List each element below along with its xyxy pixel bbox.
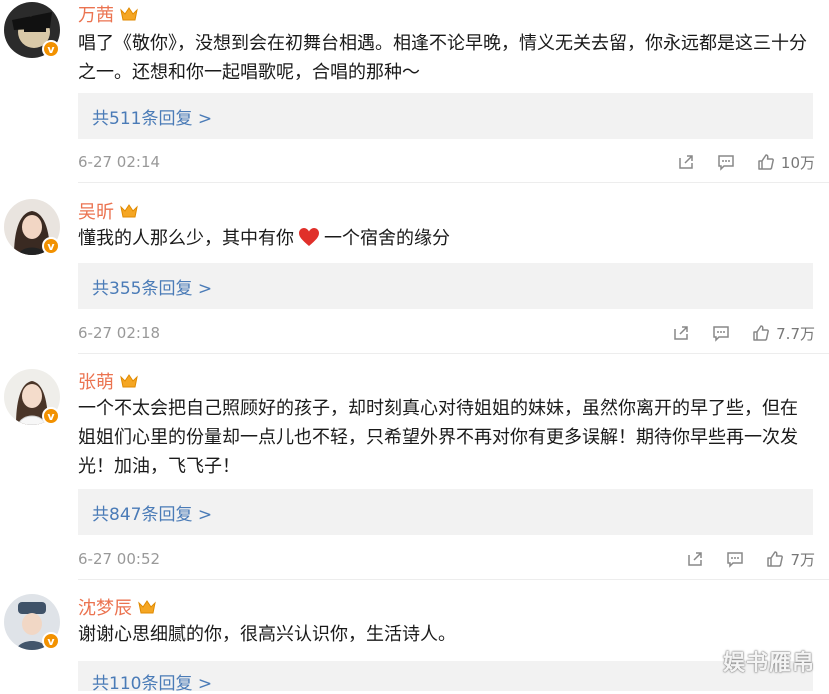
crown-icon bbox=[138, 600, 156, 614]
view-replies-link[interactable]: 共847条回复 > bbox=[78, 500, 212, 525]
watermark: 娱书雁帛 bbox=[722, 651, 815, 676]
timestamp: 6-27 02:14 bbox=[78, 153, 161, 171]
commenter-name[interactable]: 沈梦辰 bbox=[78, 594, 132, 620]
like-count: 7.7万 bbox=[776, 324, 815, 343]
thumbs-up-icon[interactable] bbox=[752, 324, 770, 342]
view-replies-link[interactable]: 共110条回复 > bbox=[78, 669, 212, 694]
comment-icon[interactable] bbox=[712, 324, 730, 342]
comment-text-part: 一个宿舍的缘分 bbox=[324, 228, 450, 249]
like-count: 7万 bbox=[790, 550, 815, 569]
reply-box[interactable]: 共847条回复 > bbox=[78, 489, 813, 535]
verified-badge: v bbox=[42, 40, 60, 58]
reply-box[interactable]: 共511条回复 > bbox=[78, 93, 813, 139]
timestamp: 6-27 00:52 bbox=[78, 550, 161, 568]
commenter-name[interactable]: 张萌 bbox=[78, 368, 114, 394]
share-icon[interactable] bbox=[686, 550, 704, 568]
divider bbox=[78, 182, 829, 183]
view-replies-link[interactable]: 共355条回复 > bbox=[78, 274, 212, 299]
verified-badge: v bbox=[42, 407, 60, 425]
share-icon[interactable] bbox=[672, 324, 690, 342]
comment-text-part: 懂我的人那么少，其中有你 bbox=[78, 228, 294, 249]
share-icon[interactable] bbox=[677, 153, 695, 171]
divider bbox=[78, 579, 829, 580]
comment-text: 懂我的人那么少，其中有你 一个宿舍的缘分 bbox=[78, 224, 815, 253]
verified-badge: v bbox=[42, 632, 60, 650]
verified-badge: v bbox=[42, 237, 60, 255]
comment-icon[interactable] bbox=[726, 550, 744, 568]
comment-text: 谢谢心思细腻的你，很高兴认识你，生活诗人。 bbox=[78, 624, 456, 645]
heart-icon bbox=[299, 228, 319, 246]
comment-text: 唱了《敬你》，没想到会在初舞台相遇。相逢不论早晚，情义无关去留，你永远都是这三十… bbox=[78, 33, 807, 83]
comment-text: 一个不太会把自己照顾好的孩子，却时刻真心对待姐姐的妹妹，虽然你离开的早了些，但在… bbox=[78, 398, 798, 477]
commenter-name[interactable]: 吴昕 bbox=[78, 198, 114, 224]
reply-box[interactable]: 共110条回复 > bbox=[78, 661, 813, 694]
timestamp: 6-27 02:18 bbox=[78, 324, 161, 342]
crown-icon bbox=[120, 374, 138, 388]
divider bbox=[78, 353, 829, 354]
commenter-name[interactable]: 万茜 bbox=[78, 1, 114, 27]
comment-icon[interactable] bbox=[717, 153, 735, 171]
view-replies-link[interactable]: 共511条回复 > bbox=[78, 104, 212, 129]
thumbs-up-icon[interactable] bbox=[757, 153, 775, 171]
crown-icon bbox=[120, 7, 138, 21]
like-count: 10万 bbox=[780, 153, 815, 172]
thumbs-up-icon[interactable] bbox=[766, 550, 784, 568]
reply-box[interactable]: 共355条回复 > bbox=[78, 263, 813, 309]
crown-icon bbox=[120, 204, 138, 218]
